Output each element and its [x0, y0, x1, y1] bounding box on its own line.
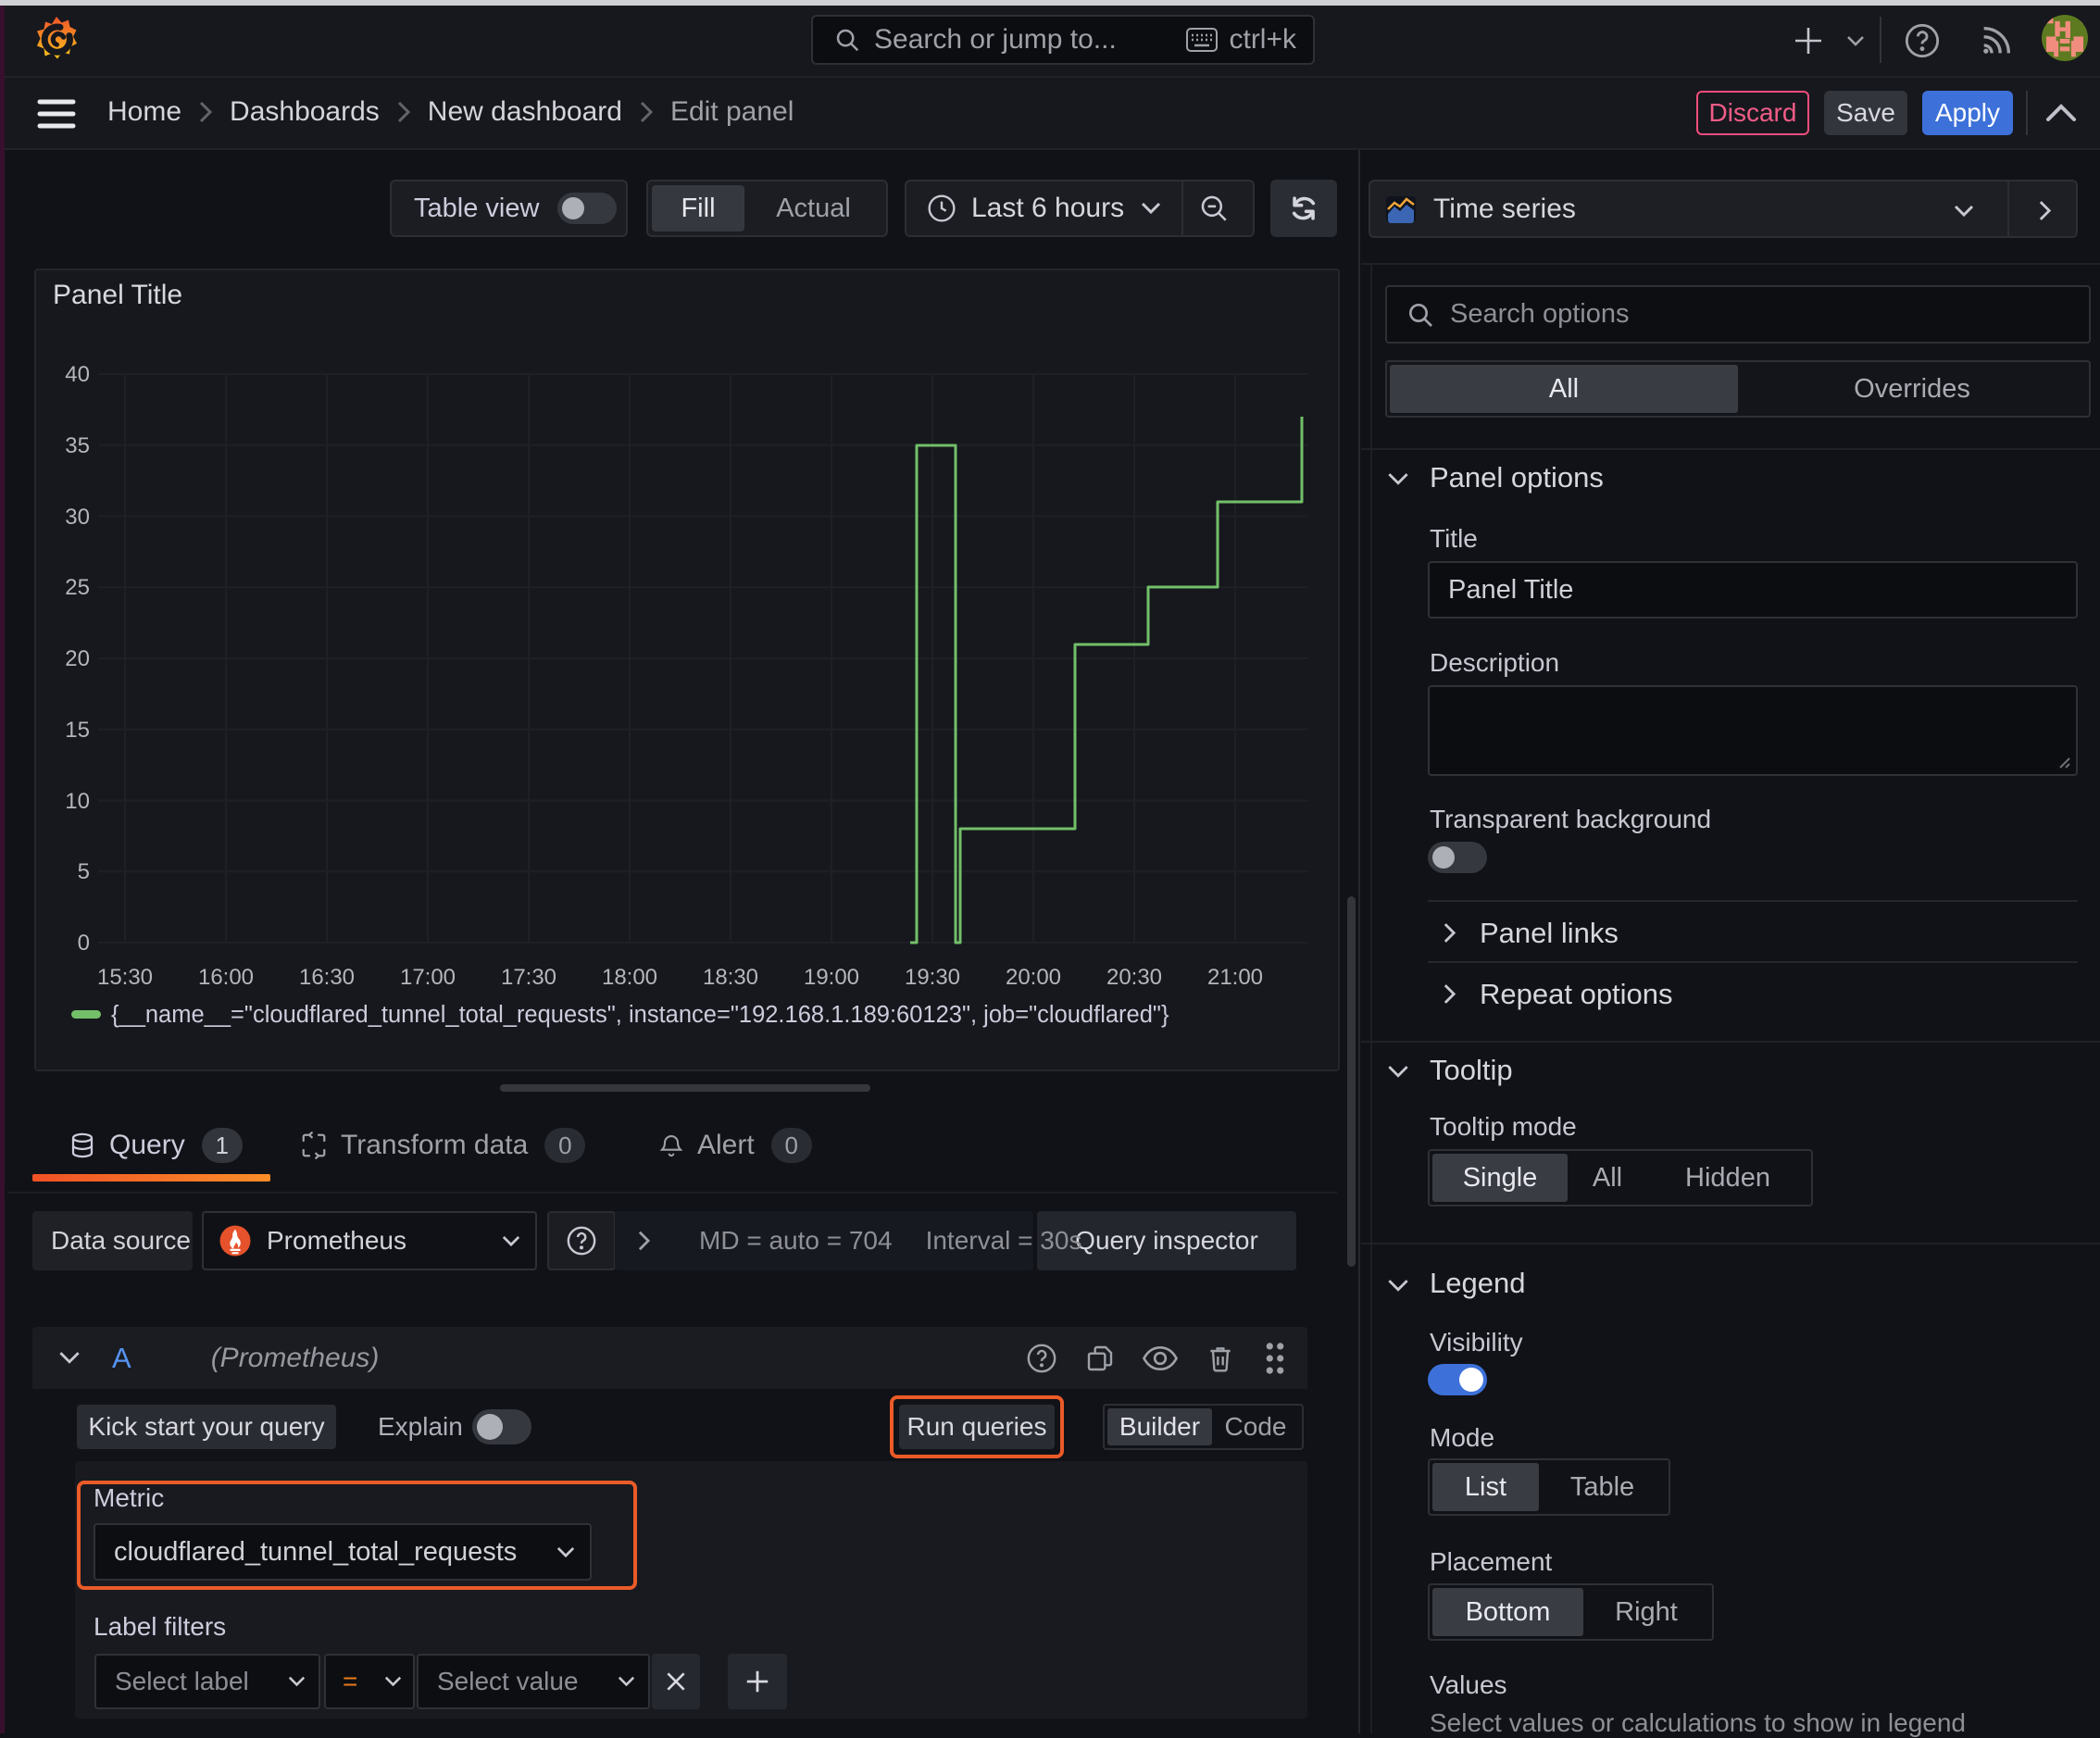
svg-text:30: 30 [65, 505, 90, 530]
svg-text:15: 15 [65, 718, 90, 743]
svg-text:20: 20 [65, 646, 90, 671]
svg-text:19:30: 19:30 [905, 965, 960, 990]
svg-text:40: 40 [65, 362, 90, 387]
svg-text:16:30: 16:30 [299, 965, 355, 990]
svg-text:10: 10 [65, 789, 90, 814]
svg-text:18:30: 18:30 [703, 965, 758, 990]
svg-text:21:00: 21:00 [1207, 965, 1263, 990]
svg-text:15:30: 15:30 [97, 965, 153, 990]
svg-text:16:00: 16:00 [198, 965, 254, 990]
svg-text:35: 35 [65, 433, 90, 458]
svg-text:20:00: 20:00 [1006, 965, 1061, 990]
svg-text:19:00: 19:00 [804, 965, 859, 990]
svg-text:18:00: 18:00 [602, 965, 657, 990]
svg-text:17:00: 17:00 [400, 965, 456, 990]
svg-text:0: 0 [78, 931, 90, 956]
svg-text:17:30: 17:30 [501, 965, 556, 990]
svg-text:25: 25 [65, 575, 90, 600]
svg-text:{__name__="cloudflared_tunnel_: {__name__="cloudflared_tunnel_total_requ… [111, 1002, 1169, 1028]
svg-text:20:30: 20:30 [1106, 965, 1162, 990]
svg-text:5: 5 [78, 859, 90, 884]
